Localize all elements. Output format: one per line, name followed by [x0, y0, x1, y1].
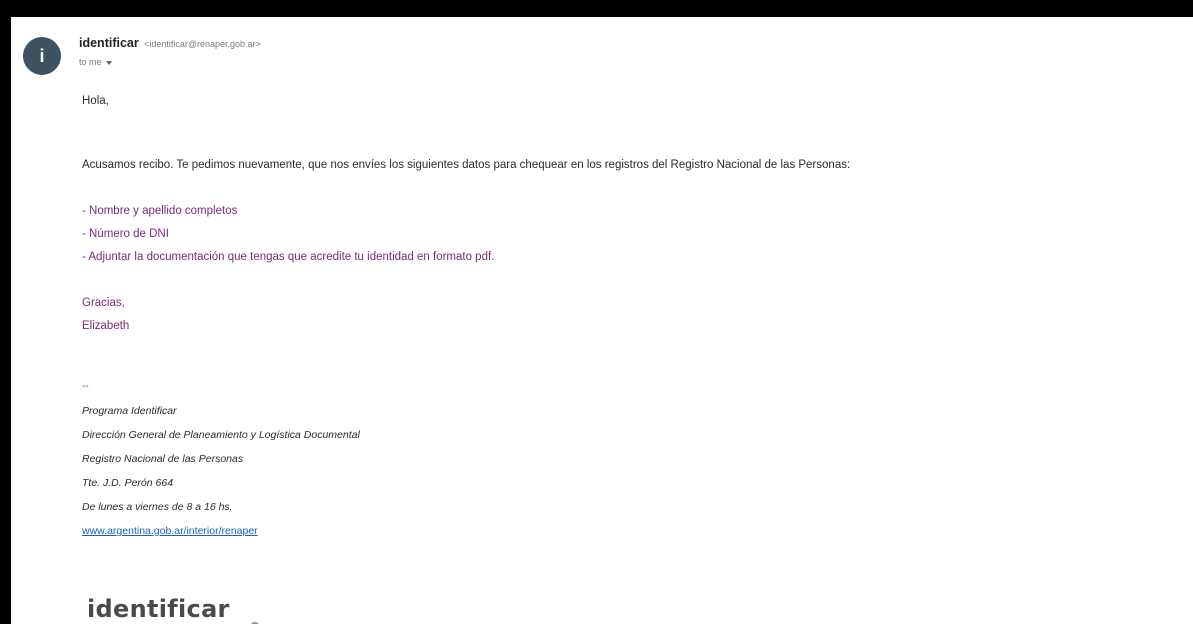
greeting-text: Hola,: [82, 95, 109, 107]
list-item: - Adjuntar la documentación que tengas q…: [82, 251, 495, 263]
sender-name[interactable]: identificar: [79, 36, 139, 50]
email-message-panel: i identificar <identificar@renaper.gob.a…: [11, 17, 1193, 624]
recipient-details-toggle[interactable]: to me: [79, 57, 112, 67]
signer-name: Elizabeth: [82, 320, 130, 332]
sender-email: <identificar@renaper.gob.ar>: [144, 39, 261, 49]
intro-paragraph: Acusamos recibo. Te pedimos nuevamente, …: [82, 159, 851, 171]
sender-avatar[interactable]: i: [23, 37, 61, 75]
renaper-website-link[interactable]: www.argentina.gob.ar/interior/renaper: [82, 525, 258, 537]
identificar-logo: identificar: [87, 595, 230, 623]
closing-text: Gracias,: [82, 297, 125, 309]
chevron-down-icon[interactable]: [105, 60, 112, 65]
list-item: - Nombre y apellido completos: [82, 205, 238, 217]
signature-separator: --: [82, 381, 89, 392]
signature-line: De lunes a viernes de 8 a 16 hs.: [82, 501, 233, 513]
screenshot-frame: i identificar <identificar@renaper.gob.a…: [0, 0, 1193, 624]
recipient-label: to me: [79, 57, 102, 67]
signature-line: Programa Identificar: [82, 405, 177, 417]
list-item: - Número de DNI: [82, 228, 169, 240]
signature-line: Tte. J.D. Perón 664: [82, 477, 174, 489]
sender-header: identificar <identificar@renaper.gob.ar>: [79, 36, 261, 50]
signature-line: Dirección General de Planeamiento y Logí…: [82, 429, 360, 441]
signature-line: Registro Nacional de las Personas: [82, 453, 244, 465]
